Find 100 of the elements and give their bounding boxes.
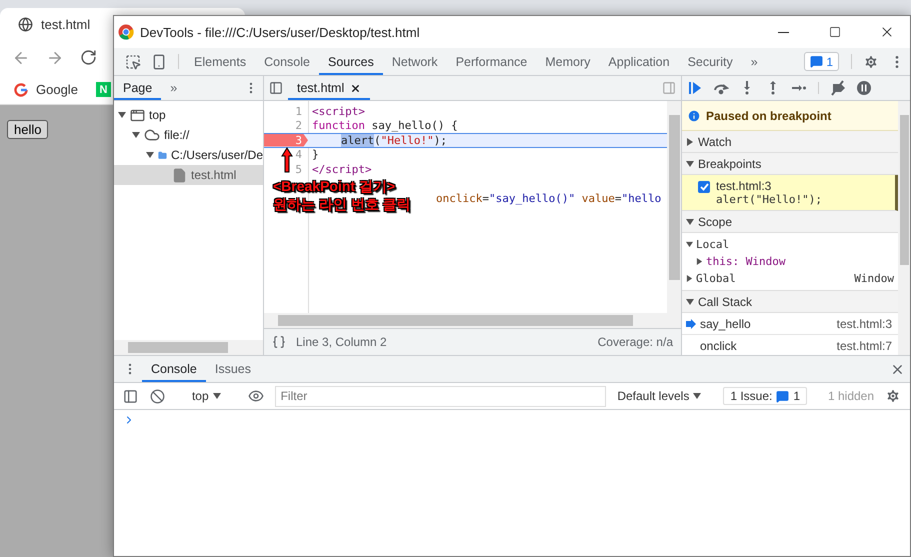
log-levels-select[interactable]: Default levels: [612, 389, 706, 403]
panel-tab[interactable]: Security: [678, 48, 742, 75]
settings-icon[interactable]: [863, 54, 879, 70]
breakpoint-code: alert("Hello!");: [716, 193, 822, 206]
section-header[interactable]: Breakpoints: [682, 153, 898, 175]
scope-item[interactable]: Local: [682, 236, 898, 253]
browser-logo-icon: [118, 24, 134, 40]
code-line: }: [311, 148, 319, 162]
collapse-arrow-icon[interactable]: [686, 241, 693, 248]
tree-item[interactable]: C:/Users/user/De: [114, 145, 263, 165]
expand-arrow-icon[interactable]: [696, 258, 703, 265]
clear-console-icon[interactable]: [150, 388, 165, 404]
inspect-icon[interactable]: [125, 54, 141, 70]
google-icon: [14, 82, 28, 96]
frame-name: onclick: [699, 338, 738, 352]
section-title: Call Stack: [698, 294, 752, 308]
section-header[interactable]: Watch: [682, 131, 898, 153]
tree-item[interactable]: top: [114, 105, 263, 125]
sidebar-toggle-icon[interactable]: [123, 388, 138, 404]
scope-name: Local: [696, 238, 730, 251]
code-line: function say_hello() {: [311, 119, 458, 132]
message-icon: [776, 390, 790, 402]
collapse-arrow-icon[interactable]: [686, 298, 694, 306]
globe-icon: [18, 16, 33, 32]
frame-name: say_hello: [699, 316, 752, 330]
pretty-print-icon[interactable]: [272, 335, 286, 349]
scope-item[interactable]: this: Window: [682, 253, 898, 270]
section-title: Scope: [698, 214, 732, 228]
drawer-tab[interactable]: Issues: [206, 356, 260, 382]
collapse-arrow-icon[interactable]: [686, 218, 694, 226]
caret-icon: [212, 393, 221, 399]
breakpoint-location: test.html:3: [716, 179, 772, 193]
checkbox[interactable]: [698, 181, 710, 193]
collapse-arrow-icon[interactable]: [146, 151, 154, 159]
panel-tab[interactable]: Performance: [446, 48, 536, 75]
panel-tab[interactable]: Memory: [536, 48, 600, 75]
annotation-text: 원하는 라인 번호 클릭: [273, 195, 411, 213]
context-select[interactable]: top: [186, 389, 226, 403]
scrollbar[interactable]: [114, 340, 263, 355]
scrollbar[interactable]: [667, 101, 681, 313]
paused-banner: Paused on breakpoint: [682, 101, 898, 131]
tree-item-label: file://: [164, 128, 190, 142]
drawer-tab[interactable]: Console: [142, 356, 206, 382]
hello-button[interactable]: hello: [7, 120, 48, 139]
scrollbar[interactable]: [264, 313, 681, 328]
maximize-icon: [829, 26, 841, 38]
filter-field[interactable]: Filter: [274, 386, 606, 406]
scope-property: this: Window: [706, 255, 786, 268]
cloud-icon: [144, 127, 160, 143]
more-tabs-button[interactable]: »: [161, 76, 186, 100]
frame-location: test.html:3: [836, 316, 892, 330]
panel-tab[interactable]: Console: [255, 48, 319, 75]
eye-icon[interactable]: [248, 388, 264, 404]
file-tab[interactable]: test.html: [288, 76, 370, 100]
panel-tab[interactable]: Network: [382, 48, 447, 75]
frame-location: test.html:7: [836, 338, 892, 352]
code-line: <script>: [311, 104, 365, 118]
section-title: Watch: [698, 134, 732, 148]
toggle-debugger-icon[interactable]: [662, 81, 676, 95]
code-line: </script>: [311, 162, 372, 176]
scope-value: Window: [854, 272, 894, 285]
close-icon[interactable]: [350, 82, 362, 94]
collapse-arrow-icon[interactable]: [686, 160, 694, 168]
panel-tab[interactable]: Application: [599, 48, 679, 75]
code-line: onclick="say_hello()" value="hello: [435, 192, 662, 205]
scope-name: Global: [696, 272, 737, 285]
collapse-arrow-icon[interactable]: [132, 131, 140, 139]
navigator-tab[interactable]: Page: [114, 76, 162, 100]
tree-item[interactable]: file://: [114, 125, 263, 145]
hidden-count: 1 hidden: [826, 389, 876, 403]
call-frame[interactable]: say_hello test.html:3: [682, 313, 898, 335]
issues-button[interactable]: 1 Issue: 1: [723, 387, 808, 405]
tab-title[interactable]: test.html: [41, 16, 90, 32]
bookmark[interactable]: Google: [14, 82, 78, 97]
issues-badge[interactable]: 1: [804, 52, 839, 71]
collapse-arrow-icon[interactable]: [118, 111, 126, 119]
reload-icon[interactable]: [80, 49, 97, 66]
more-tabs-button[interactable]: »: [742, 48, 767, 75]
up-arrow-icon: [281, 147, 293, 173]
tree-item[interactable]: test.html: [114, 165, 263, 185]
deactivate-breakpoints-icon[interactable]: [830, 80, 846, 96]
code-line: alert("Hello!");: [340, 134, 447, 147]
section-header[interactable]: Call Stack: [682, 291, 898, 313]
panel-tab[interactable]: Elements: [185, 48, 256, 75]
info-icon: [687, 108, 701, 122]
expand-arrow-icon[interactable]: [686, 275, 693, 282]
device-icon[interactable]: [151, 54, 167, 70]
expand-arrow-icon[interactable]: [686, 138, 694, 146]
section-title: Breakpoints: [698, 156, 762, 170]
tree-item-label: C:/Users/user/De: [170, 148, 263, 162]
coverage-text: Coverage: n/a: [598, 335, 673, 349]
section-header[interactable]: Scope: [682, 211, 898, 233]
pause-icon[interactable]: [856, 80, 872, 96]
tree-item-label: top: [149, 108, 166, 122]
tree-item-label: test.html: [191, 168, 236, 182]
toggle-navigator-icon[interactable]: [269, 81, 283, 95]
breakpoint-item[interactable]: test.html:3 alert("Hello!");: [682, 175, 898, 211]
scope-item[interactable]: Global Window: [682, 270, 898, 287]
scrollbar[interactable]: [898, 101, 910, 355]
resume-icon[interactable]: [687, 80, 703, 96]
